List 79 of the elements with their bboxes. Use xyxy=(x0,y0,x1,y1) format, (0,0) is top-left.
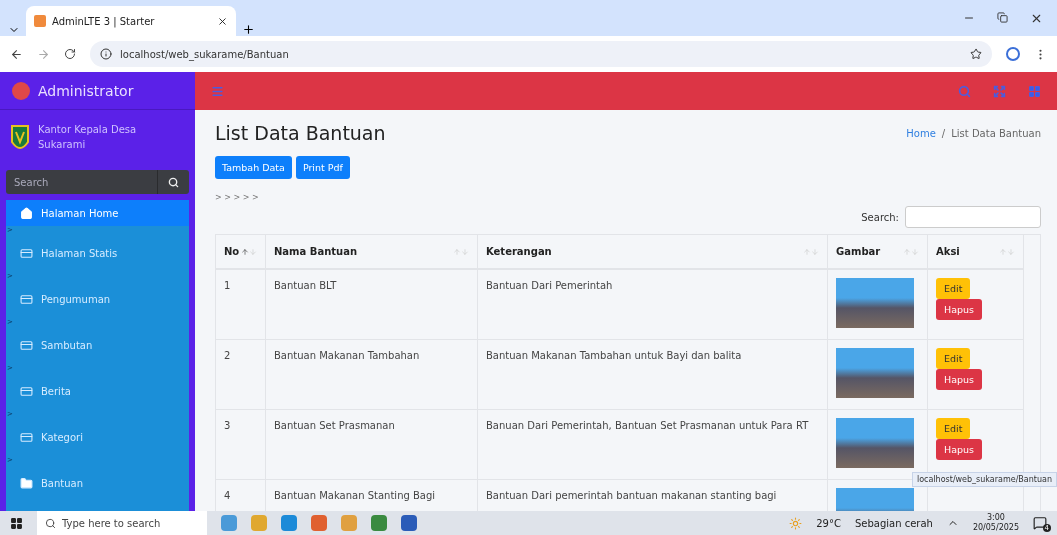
search-icon[interactable] xyxy=(157,170,189,194)
search-icon xyxy=(45,517,56,529)
card-icon xyxy=(20,430,33,444)
sidebar-item[interactable]: Sambutan xyxy=(6,326,189,364)
table-cell-text: 2 xyxy=(224,349,231,363)
card-icon xyxy=(20,292,33,306)
sidebar-item[interactable]: Bantuan xyxy=(6,464,189,502)
browser-tab[interactable]: AdminLTE 3 | Starter xyxy=(26,6,236,36)
column-header[interactable]: Gambar xyxy=(828,235,928,270)
table-cell-text: 1 xyxy=(224,279,231,293)
temperature: 29°C xyxy=(816,517,841,529)
sidebar-search-field[interactable]: Search xyxy=(6,170,157,194)
pager-text: > > > > > xyxy=(215,193,260,202)
organization-name: Kantor Kepala Desa Sukarami xyxy=(38,123,138,152)
table-cell-text: Bantuan Dari pemerintah bantuan makanan stanting bagi xyxy=(486,489,777,503)
reload-icon[interactable] xyxy=(64,48,76,60)
breadcrumb-link[interactable]: Home xyxy=(906,127,936,139)
sidebar-item[interactable]: Halaman Home xyxy=(6,200,189,226)
star-icon[interactable] xyxy=(970,48,982,60)
info-icon xyxy=(100,48,112,60)
close-icon[interactable] xyxy=(217,15,228,27)
search-label: Search: xyxy=(861,211,899,223)
site-icon xyxy=(34,15,46,27)
table-cell-text: Bantuan Makanan Stanting Bagi xyxy=(274,489,436,503)
profile-icon[interactable] xyxy=(1006,47,1020,61)
folder-icon xyxy=(20,476,33,490)
card-icon xyxy=(20,384,33,398)
address-bar[interactable]: localhost/web_sukarame/Bantuan xyxy=(90,41,992,67)
delete-button[interactable]: Hapus xyxy=(936,439,982,460)
table-cell-text: 3 xyxy=(224,419,231,433)
avatar-icon xyxy=(12,81,30,100)
delete-button[interactable]: Hapus xyxy=(936,369,982,390)
table-cell-text: 4 xyxy=(224,489,231,503)
windows-icon[interactable] xyxy=(10,516,23,530)
app-icon[interactable] xyxy=(401,515,417,531)
clock-date: 20/05/2025 xyxy=(972,523,1019,533)
sidebar-item[interactable]: Halaman Statis xyxy=(6,234,189,272)
app-icon[interactable] xyxy=(281,515,297,531)
column-header[interactable]: Aksi xyxy=(928,235,1024,270)
back-icon[interactable] xyxy=(10,47,23,61)
table-cell-text: Bantuan Makanan Tambahan untuk Bayi dan balita xyxy=(486,349,742,363)
weather-text: Sebagian cerah xyxy=(854,517,933,529)
delete-button[interactable]: Hapus xyxy=(936,299,982,320)
sidebar-item[interactable]: Pengumuman xyxy=(6,280,189,318)
edit-button[interactable]: Edit xyxy=(936,278,971,299)
table-cell-text: Bantuan BLT xyxy=(274,279,337,293)
app-icon[interactable] xyxy=(371,515,387,531)
page-title: List Data Bantuan xyxy=(215,122,386,144)
weather-icon xyxy=(789,516,803,530)
card-icon xyxy=(20,246,33,260)
column-header[interactable]: Nama Bantuan xyxy=(266,235,478,270)
search-field[interactable] xyxy=(905,206,1041,228)
breadcrumb-separator: / xyxy=(941,127,946,139)
table-cell-text: Bantuan Dari Pemerintah xyxy=(486,279,613,293)
column-header[interactable]: Keterangan xyxy=(478,235,828,270)
table-cell-text: Bantuan Set Prasmanan xyxy=(274,419,395,433)
restore-icon[interactable] xyxy=(997,11,1008,25)
print-button[interactable]: Print Pdf xyxy=(295,156,350,179)
home-icon xyxy=(20,206,33,220)
brand-name: Administrator xyxy=(38,82,134,99)
forward-icon[interactable] xyxy=(37,47,50,61)
card-icon xyxy=(20,338,33,352)
sidebar-item[interactable]: Berita xyxy=(6,372,189,410)
table-cell-text: Banuan Dari Pemerintah, Bantuan Set Prasmanan untuk Para RT xyxy=(486,419,809,433)
table-cell-text: Bantuan Makanan Tambahan xyxy=(274,349,420,363)
breadcrumb-current: List Data Bantuan xyxy=(951,127,1041,139)
edit-button[interactable]: Edit xyxy=(936,418,971,439)
notification-icon[interactable] xyxy=(1033,516,1047,530)
sidebar-item[interactable]: Kategori xyxy=(6,418,189,456)
status-url: localhost/web_sukarame/Bantuan xyxy=(911,472,1057,487)
add-button[interactable]: Tambah Data xyxy=(215,156,292,179)
app-icon[interactable] xyxy=(221,515,237,531)
new-tab-icon[interactable] xyxy=(242,23,255,36)
tab-title: AdminLTE 3 | Starter xyxy=(52,15,155,27)
app-icon[interactable] xyxy=(311,515,327,531)
clock-time: 3:00 xyxy=(986,513,1005,523)
edit-button[interactable]: Edit xyxy=(936,348,971,369)
taskbar-search-field[interactable]: Type here to search xyxy=(37,511,207,535)
column-header[interactable]: No xyxy=(216,235,266,270)
